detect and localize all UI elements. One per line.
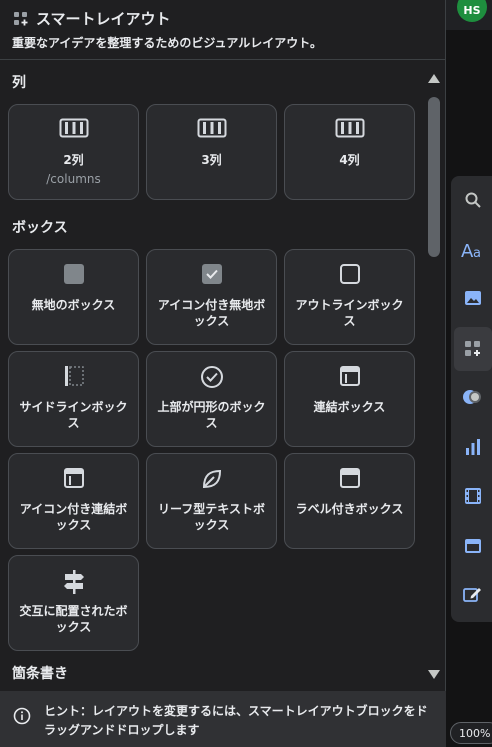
app-right-strip: HS Aa 100% xyxy=(446,0,492,747)
card-label: 4列 xyxy=(339,153,360,167)
columns-icon xyxy=(147,118,276,138)
layout-card-joined-box[interactable]: 連結ボックス xyxy=(284,351,415,447)
layout-card-icon-joined-box[interactable]: アイコン付き連結ボックス xyxy=(8,453,139,549)
card-label: アイコン付き無地ボックス xyxy=(157,298,266,328)
hint-bar: ヒント：レイアウトを変更するには、スマートレイアウトブロックをドラッグアンドドロ… xyxy=(0,691,446,747)
scroll-up-arrow-icon[interactable] xyxy=(428,74,440,83)
layout-card-sideline-box[interactable]: サイドラインボックス xyxy=(8,351,139,447)
card-label: 交互に配置されたボックス xyxy=(19,604,128,634)
joined-box-icon xyxy=(285,365,414,387)
smart-layout-icon xyxy=(13,11,29,31)
hint-text: ヒント：レイアウトを変更するには、スマートレイアウトブロックをドラッグアンドドロ… xyxy=(44,704,428,737)
card-shortcut: /columns xyxy=(46,172,101,186)
card-label: 上部が円形のボックス xyxy=(157,400,266,430)
check-circle-icon xyxy=(147,365,276,389)
layout-card-2-columns[interactable]: 2列 /columns xyxy=(8,104,139,200)
card-label: 無地のボックス xyxy=(31,298,116,312)
card-label: 2列 xyxy=(63,153,84,167)
card-label: ラベル付きボックス xyxy=(295,502,404,516)
columns-icon xyxy=(9,118,138,138)
scrollbar-thumb[interactable] xyxy=(428,97,440,257)
panel-title: スマートレイアウト xyxy=(36,10,171,28)
layout-card-circle-top-box[interactable]: 上部が円形のボックス xyxy=(146,351,277,447)
card-label: 連結ボックス xyxy=(313,400,386,414)
card-icon[interactable] xyxy=(461,534,485,558)
solid-box-icon xyxy=(9,263,138,285)
toggle-icon[interactable] xyxy=(461,385,485,409)
joined-box-icon xyxy=(9,467,138,489)
layout-list[interactable]: 列 2列 /columns 3列 4列 ボックス 無地のボックス アイコン付き無… xyxy=(0,61,426,691)
section-title-columns: 列 xyxy=(12,75,26,91)
layout-card-4-columns[interactable]: 4列 xyxy=(284,104,415,200)
image-icon[interactable] xyxy=(461,286,485,310)
sideline-box-icon xyxy=(9,365,138,387)
smart-layout-icon[interactable] xyxy=(454,327,492,371)
search-icon[interactable] xyxy=(461,188,485,212)
info-icon xyxy=(13,707,31,729)
scrollbar[interactable] xyxy=(426,66,442,688)
card-label: 3列 xyxy=(201,153,222,167)
columns-icon xyxy=(285,118,414,138)
avatar[interactable]: HS xyxy=(457,0,487,22)
card-label: アウトラインボックス xyxy=(295,298,404,328)
scroll-down-arrow-icon[interactable] xyxy=(428,670,440,679)
card-label: リーフ型テキストボックス xyxy=(158,502,265,532)
zoom-level[interactable]: 100% xyxy=(450,722,492,744)
layout-card-solid-box[interactable]: 無地のボックス xyxy=(8,249,139,345)
app-top-bar: HS xyxy=(446,0,492,30)
text-icon[interactable]: Aa xyxy=(461,238,485,262)
layout-card-label-box[interactable]: ラベル付きボックス xyxy=(284,453,415,549)
checkbox-icon xyxy=(147,263,276,285)
layout-card-leaf-text-box[interactable]: リーフ型テキストボックス xyxy=(146,453,277,549)
layout-card-icon-solid-box[interactable]: アイコン付き無地ボックス xyxy=(146,249,277,345)
card-label: アイコン付き連結ボックス xyxy=(19,502,128,532)
smart-layout-panel: スマートレイアウト 重要なアイデアを整理するためのビジュアルレイアウト。 列 2… xyxy=(0,0,446,747)
leaf-icon xyxy=(147,467,276,491)
layout-card-outline-box[interactable]: アウトラインボックス xyxy=(284,249,415,345)
card-label: サイドラインボックス xyxy=(19,400,128,430)
layout-card-alternating-box[interactable]: 交互に配置されたボックス xyxy=(8,555,139,651)
label-box-icon xyxy=(285,467,414,489)
layout-card-3-columns[interactable]: 3列 xyxy=(146,104,277,200)
panel-subtitle: 重要なアイデアを整理するためのビジュアルレイアウト。 xyxy=(12,36,322,50)
film-icon[interactable] xyxy=(461,484,485,508)
edit-icon[interactable] xyxy=(461,582,485,606)
chart-icon[interactable] xyxy=(461,435,485,459)
section-title-bullets: 箇条書き xyxy=(12,666,68,682)
right-toolbar: Aa xyxy=(451,176,492,622)
svg-text:a: a xyxy=(473,246,481,260)
section-title-boxes: ボックス xyxy=(12,220,68,236)
outline-box-icon xyxy=(285,263,414,285)
panel-header: スマートレイアウト 重要なアイデアを整理するためのビジュアルレイアウト。 xyxy=(0,0,446,60)
signpost-icon xyxy=(9,569,138,595)
